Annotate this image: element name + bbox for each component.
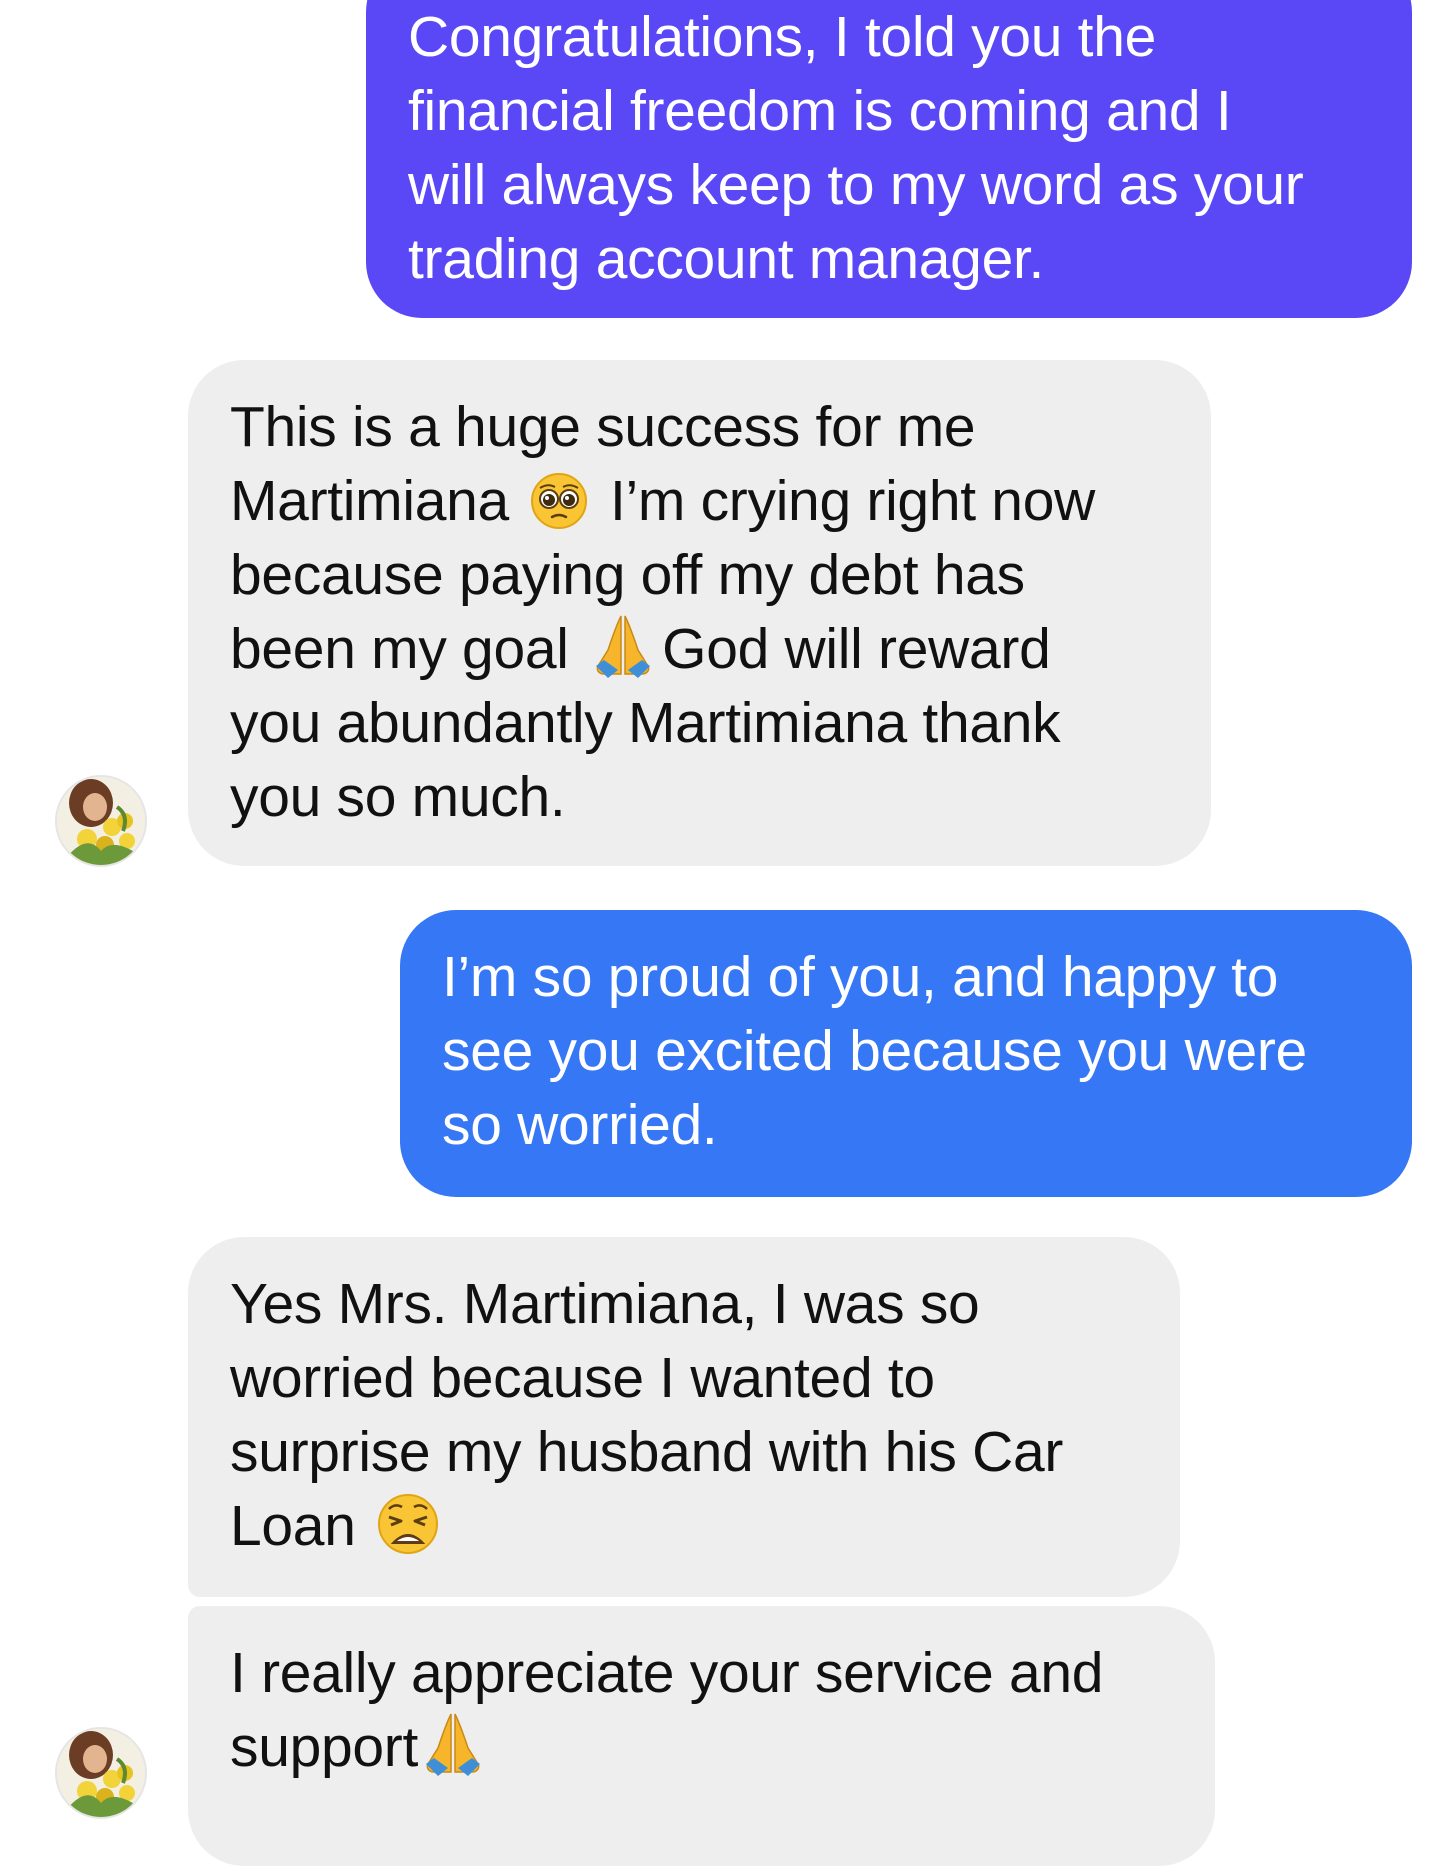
message-text: Martimiana I’m crying right now [230,469,1095,533]
contact-avatar[interactable] [55,775,147,867]
received-message-bubble[interactable]: This is a huge success for me Martimiana… [188,360,1211,866]
weary-face-emoji-icon [378,1494,439,1554]
message-text: so worried. [442,1093,718,1157]
message-text: you so much. [230,765,566,829]
message-text: you abundantly Martimiana thank [230,691,1061,755]
message-text: I’m so proud of you, and happy to [442,945,1279,1009]
message-text: This is a huge success for me [230,395,976,459]
sent-message-bubble[interactable]: Congratulations, I told you the financia… [366,0,1412,318]
message-text: trading account manager. [408,227,1045,291]
folded-hands-emoji-icon [426,1713,481,1776]
message-text: see you excited because you were [442,1019,1307,1083]
message-text: Yes Mrs. Martimiana, I was so [230,1272,980,1336]
message-text: worried because I wanted to [230,1346,935,1410]
folded-hands-emoji-icon [596,615,651,678]
message-text: I really appreciate your service and [230,1641,1104,1705]
message-text: will always keep to my word as your [408,153,1304,217]
message-text: Loan [230,1489,1138,1563]
message-text: been my goal God will reward [230,612,1169,686]
avatar-photo-icon [57,777,145,865]
message-text: financial freedom is coming and I [408,79,1232,143]
avatar-photo-icon [57,1729,145,1817]
message-text: surprise my husband with his Car [230,1420,1064,1484]
received-message-bubble[interactable]: Yes Mrs. Martimiana, I was so worried be… [188,1237,1180,1597]
pleading-face-emoji-icon [531,473,588,529]
contact-avatar[interactable] [55,1727,147,1819]
message-text: Congratulations, I told you the [408,5,1157,69]
sent-message-bubble[interactable]: I’m so proud of you, and happy to see yo… [400,910,1412,1197]
received-message-bubble[interactable]: I really appreciate your service and sup… [188,1606,1215,1866]
message-text: support [230,1710,1173,1784]
message-text: because paying off my debt has [230,543,1025,607]
